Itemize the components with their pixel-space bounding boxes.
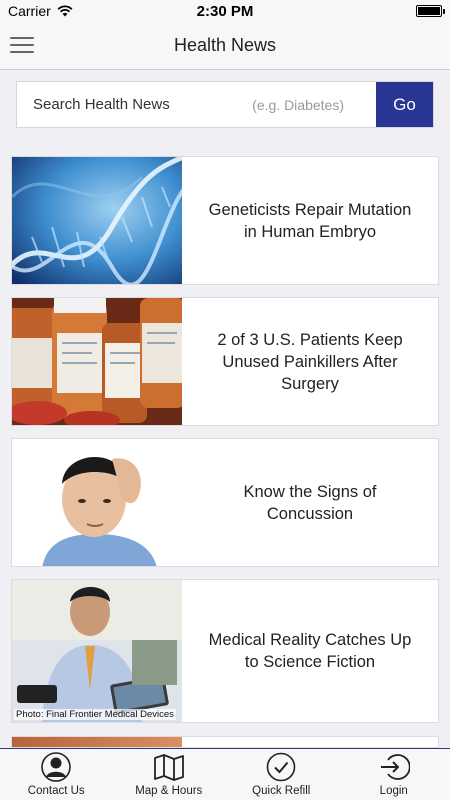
article-card-partial[interactable] <box>11 736 439 748</box>
tab-label: Map & Hours <box>135 785 203 797</box>
article-card[interactable]: Geneticists Repair Mutation in Human Emb… <box>11 156 439 285</box>
search-bar: Search Health News (e.g. Diabetes) Go <box>16 81 434 128</box>
battery-icon <box>416 5 445 17</box>
person-icon <box>41 752 72 782</box>
pill-bottles-image <box>12 298 182 425</box>
dna-helix-image <box>12 157 182 284</box>
tab-label: Quick Refill <box>252 785 311 797</box>
search-label: Search Health News <box>33 96 170 113</box>
search-go-button[interactable]: Go <box>376 82 433 127</box>
tab-bar: Contact Us Map & Hours Quick Refill Logi… <box>0 748 450 800</box>
battery-level <box>418 7 440 15</box>
tab-contact-us[interactable]: Contact Us <box>0 752 112 800</box>
tab-map-hours[interactable]: Map & Hours <box>113 752 225 800</box>
wifi-icon <box>57 5 73 17</box>
tab-label: Contact Us <box>27 785 85 797</box>
check-circle-icon <box>266 752 296 782</box>
login-arrow-icon <box>380 754 410 780</box>
article-card[interactable]: Photo: Final Frontier Medical Devices Me… <box>11 579 439 723</box>
boy-holding-head-image <box>12 439 182 566</box>
search-placeholder: (e.g. Diabetes) <box>252 96 344 113</box>
photo-credit: Photo: Final Frontier Medical Devices <box>14 709 176 720</box>
carrier-signal: Carrier <box>8 3 73 19</box>
navigation-bar: Health News <box>0 22 450 70</box>
hamburger-menu-icon[interactable] <box>10 37 34 55</box>
status-bar: Carrier 2:30 PM <box>0 0 450 22</box>
article-card[interactable]: 2 of 3 U.S. Patients Keep Unused Painkil… <box>11 297 439 426</box>
tab-quick-refill[interactable]: Quick Refill <box>225 752 337 800</box>
man-with-tablet-image: Photo: Final Frontier Medical Devices <box>12 580 182 722</box>
page-title: Health News <box>173 35 277 55</box>
article-headline: Medical Reality Catches Up to Science Fi… <box>208 631 412 671</box>
carrier-label: Carrier <box>8 3 51 19</box>
article-list: Geneticists Repair Mutation in Human Emb… <box>11 156 439 735</box>
article-headline: 2 of 3 U.S. Patients Keep Unused Painkil… <box>217 330 403 393</box>
article-image <box>12 737 182 747</box>
search-input[interactable]: Search Health News (e.g. Diabetes) <box>17 82 376 127</box>
article-headline: Geneticists Repair Mutation in Human Emb… <box>208 200 412 241</box>
map-icon <box>153 754 184 781</box>
tab-label: Login <box>379 785 408 797</box>
tab-login[interactable]: Login <box>338 752 450 800</box>
article-card[interactable]: Know the Signs of Concussion <box>11 438 439 567</box>
article-headline: Know the Signs of Concussion <box>243 482 377 523</box>
